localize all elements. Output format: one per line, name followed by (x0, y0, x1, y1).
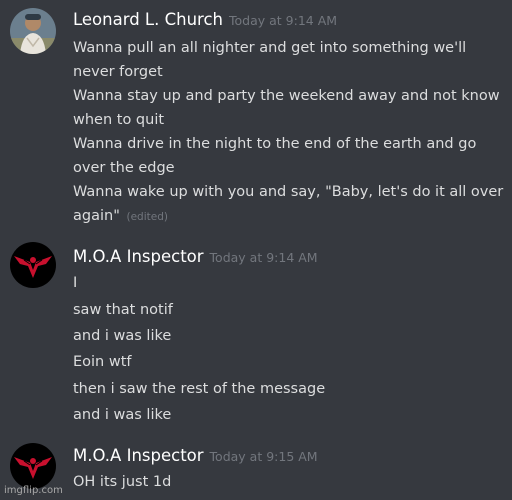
timestamp: Today at 9:15 AM (209, 449, 318, 464)
arstotzka-eagle-emblem-avatar-icon (10, 443, 56, 489)
message-line: and i was like (73, 407, 172, 423)
timestamp: Today at 9:14 AM (229, 13, 338, 28)
message-line: I (73, 275, 78, 291)
timestamp: Today at 9:14 AM (209, 250, 318, 265)
edited-label: (edited) (126, 211, 168, 223)
user-avatar[interactable] (10, 8, 56, 54)
user-avatar[interactable] (10, 443, 56, 489)
message-header: M.O.A Inspector Today at 9:15 AM (73, 446, 318, 465)
message-line: Wanna stay up and party the weekend away… (73, 88, 500, 104)
message-line: then i saw the rest of the message (73, 381, 326, 397)
message-line-text: again" (73, 208, 120, 224)
username[interactable]: M.O.A Inspector (73, 247, 204, 266)
message-line: and i was like (73, 328, 172, 344)
arstotzka-eagle-emblem-avatar-icon (10, 242, 56, 288)
user-avatar[interactable] (10, 242, 56, 288)
message-header: Leonard L. Church Today at 9:14 AM (73, 10, 337, 29)
message-line: Eoin wtf (73, 354, 132, 370)
message-line: OH its just 1d (73, 474, 172, 490)
message-line: over the edge (73, 160, 175, 176)
message-line-last: again" (edited) (73, 204, 503, 229)
person-photo-avatar-icon (10, 8, 56, 54)
message-header: M.O.A Inspector Today at 9:14 AM (73, 247, 318, 266)
message-line: Wanna pull an all nighter and get into s… (73, 40, 467, 56)
username[interactable]: M.O.A Inspector (73, 446, 204, 465)
username[interactable]: Leonard L. Church (73, 10, 223, 29)
message-line: saw that notif (73, 302, 173, 318)
message-line: never forget (73, 64, 163, 80)
message-line: when to quit (73, 112, 165, 128)
watermark: imgflip.com (4, 485, 63, 496)
message-line: Wanna wake up with you and say, "Baby, l… (73, 184, 504, 200)
message-line: Wanna drive in the night to the end of t… (73, 136, 477, 152)
